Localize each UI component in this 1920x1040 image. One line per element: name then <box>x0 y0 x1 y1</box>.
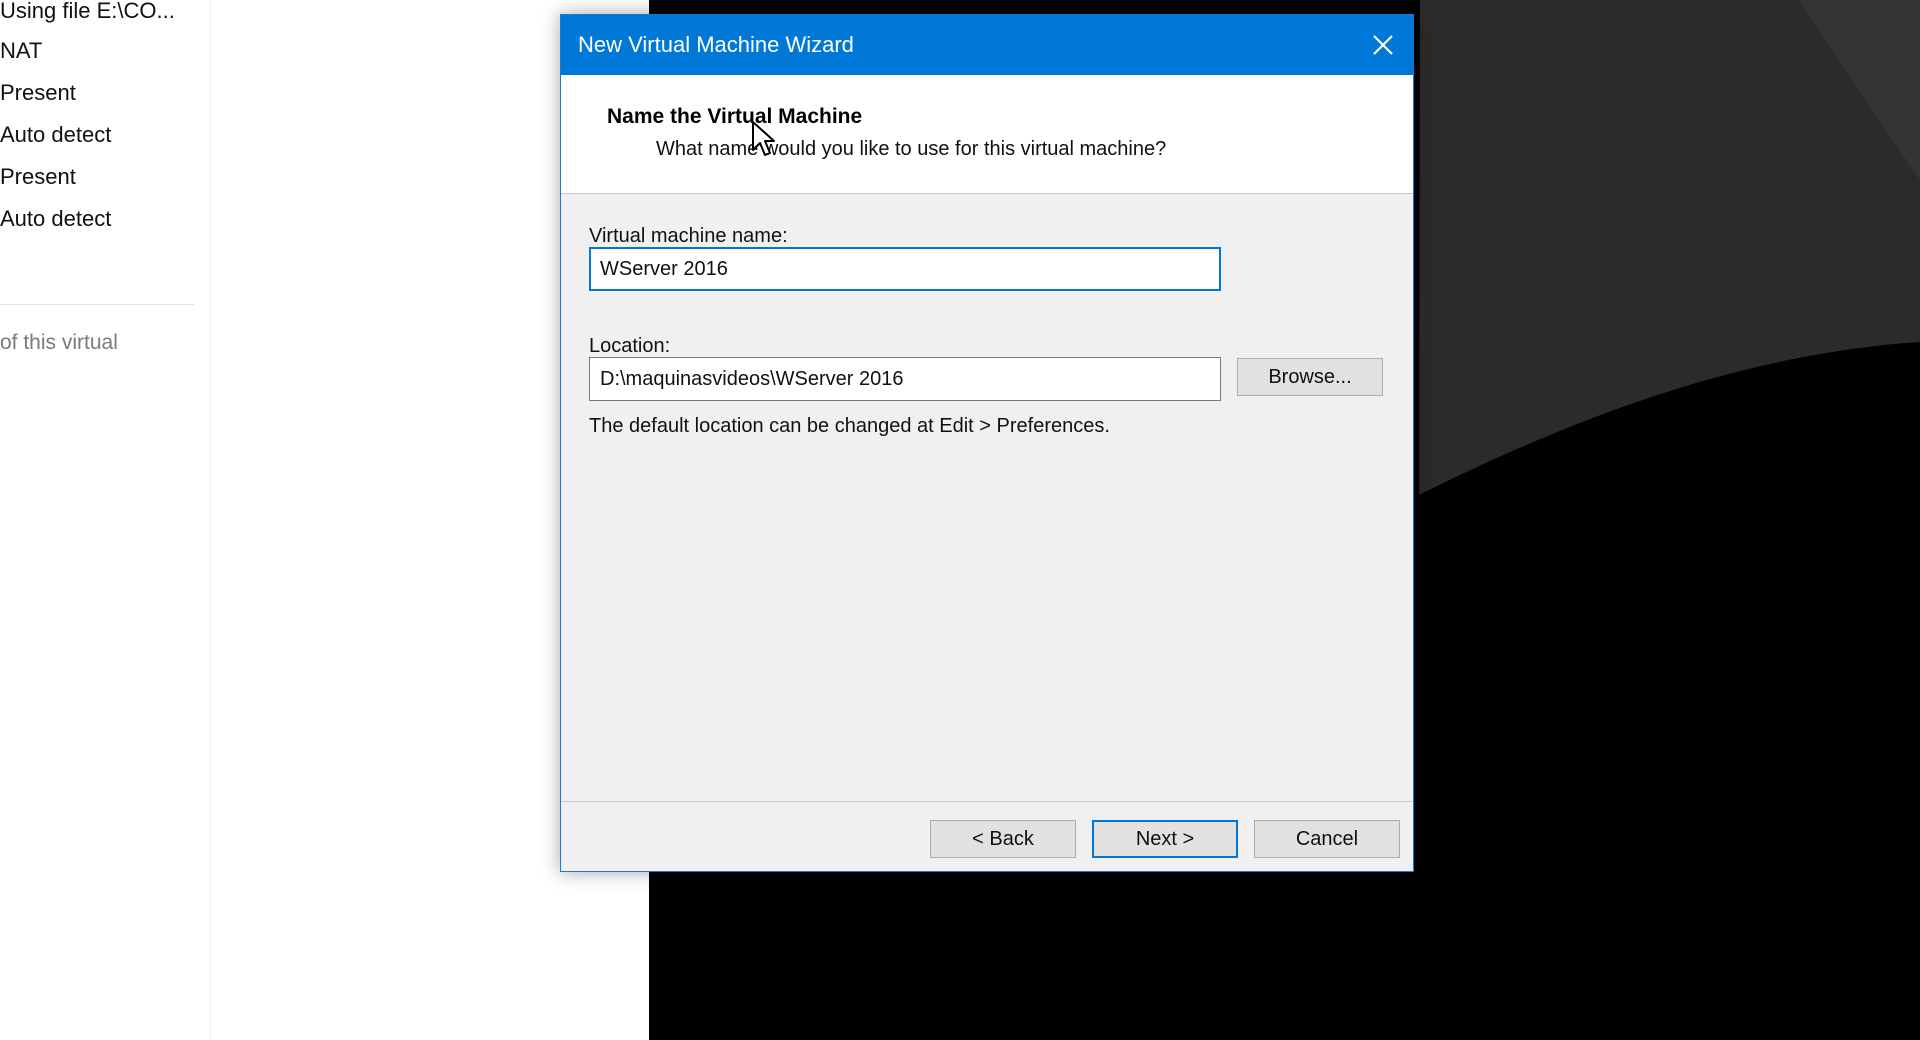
cancel-button[interactable]: Cancel <box>1254 820 1400 858</box>
hardware-value-network[interactable]: NAT <box>0 38 42 64</box>
close-button[interactable] <box>1353 15 1413 75</box>
new-vm-wizard-dialog: New Virtual Machine Wizard Name the Virt… <box>560 14 1414 872</box>
location-hint: The default location can be changed at E… <box>589 415 1110 437</box>
location-input[interactable] <box>589 357 1221 401</box>
vm-name-input[interactable] <box>589 247 1221 291</box>
close-icon <box>1373 35 1393 55</box>
dialog-title-bar[interactable]: New Virtual Machine Wizard <box>561 15 1413 75</box>
wizard-header: Name the Virtual Machine What name would… <box>561 75 1413 194</box>
back-button[interactable]: < Back <box>930 820 1076 858</box>
wizard-step-title: Name the Virtual Machine <box>607 105 863 128</box>
wizard-step-subtitle: What name would you like to use for this… <box>656 138 1167 160</box>
location-label: Location: <box>589 335 671 357</box>
vm-name-label: Virtual machine name: <box>589 225 788 247</box>
panel-divider <box>0 304 194 305</box>
next-button[interactable]: Next > <box>1092 820 1238 858</box>
dialog-title: New Virtual Machine Wizard <box>578 32 854 57</box>
hardware-value-printer[interactable]: Present <box>0 164 76 190</box>
hardware-value-display[interactable]: Auto detect <box>0 206 111 232</box>
hardware-value-cd-dvd[interactable]: Using file E:\CO... <box>0 0 175 24</box>
vm-description-placeholder[interactable]: of this virtual <box>0 331 118 355</box>
footer-divider <box>561 801 1413 802</box>
hardware-value-sound[interactable]: Auto detect <box>0 122 111 148</box>
hardware-value-usb[interactable]: Present <box>0 80 76 106</box>
vm-hardware-panel: Using file E:\CO... NAT Present Auto det… <box>0 0 211 1040</box>
browse-button[interactable]: Browse... <box>1237 358 1383 396</box>
